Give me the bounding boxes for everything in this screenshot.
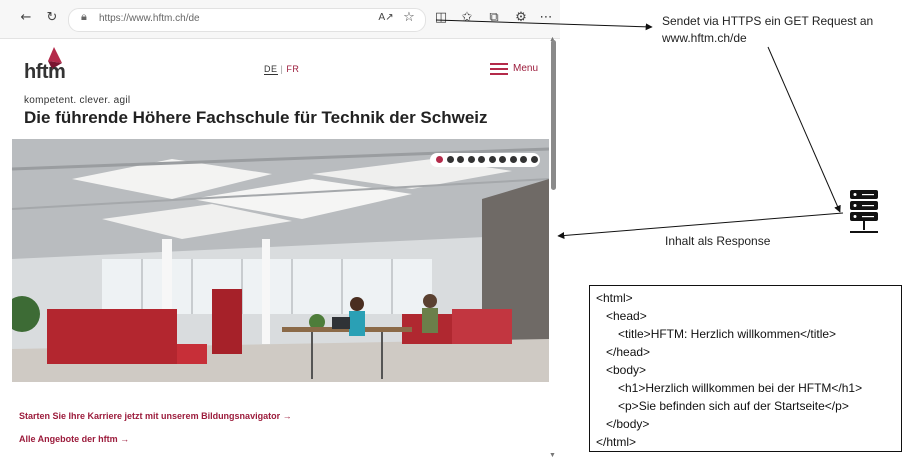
code-line: </head> [606,345,651,359]
code-line: </body> [606,417,650,431]
code-line: <h1>Herzlich willkommen bei der HFTM</h1… [618,381,863,395]
code-line: <p>Sie befinden sich auf der Startseite<… [618,399,849,413]
html-code-box: <html> <head> <title>HFTM: Herzlich will… [589,285,902,452]
code-line: <html> [596,291,633,305]
code-line: <title>HFTM: Herzlich willkommen</title> [618,327,837,341]
code-line: <body> [606,363,647,377]
request-label-line1: Sendet via HTTPS ein GET Request an [662,14,874,28]
response-label: Inhalt als Response [665,234,771,248]
request-label-line2: www.hftm.ch/de [662,31,747,45]
code-line: <head> [606,309,647,323]
response-arrow [557,212,844,239]
server-icon [850,190,878,233]
request-arrow [435,19,653,31]
request-to-server-arrow [767,46,841,213]
code-line: </html> [596,435,637,449]
